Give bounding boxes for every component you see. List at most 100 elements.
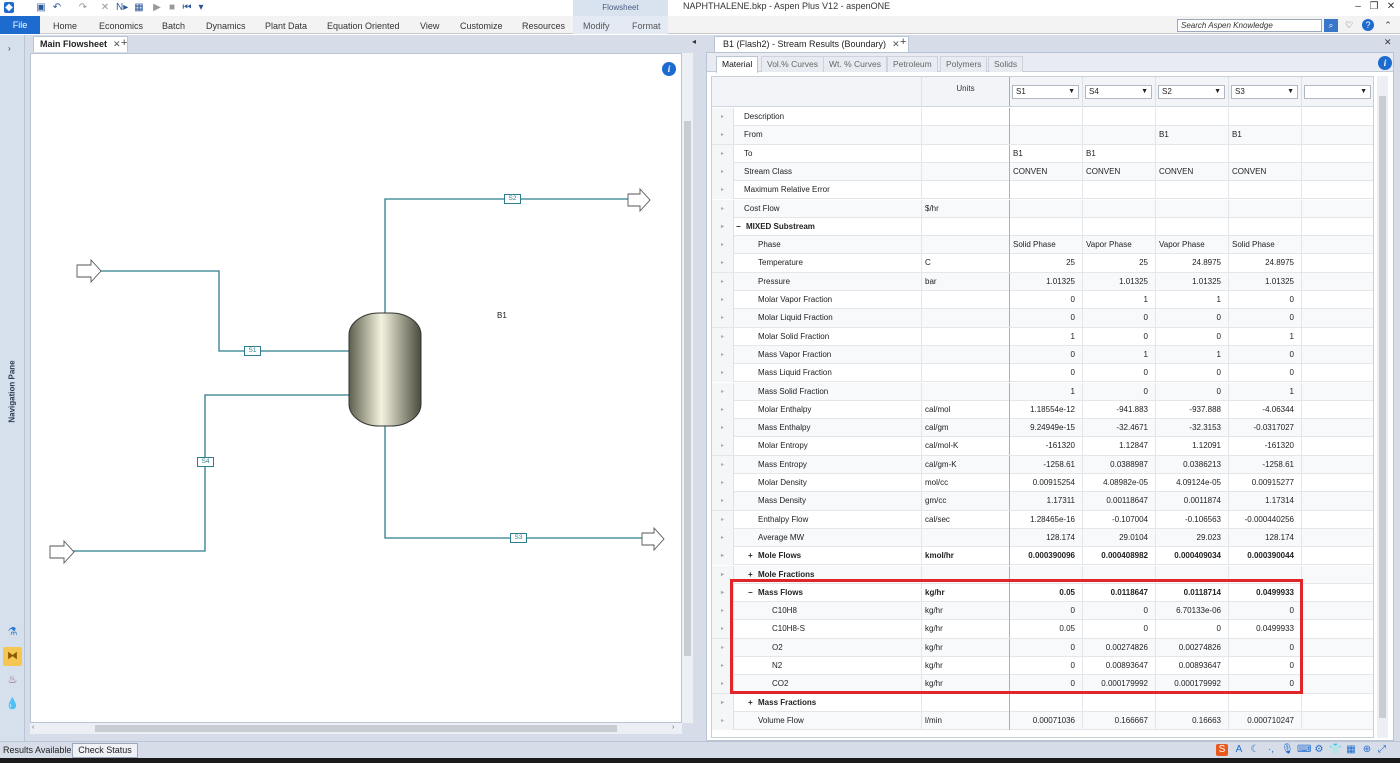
expand-icon[interactable]: + — [748, 566, 758, 584]
stream-label-s4[interactable]: S4 — [197, 457, 214, 467]
value-cell[interactable]: 29.023 — [1156, 528, 1229, 547]
value-cell[interactable]: 24.8975 — [1229, 254, 1302, 273]
value-cell[interactable]: 0 — [1229, 675, 1302, 694]
navigation-pane-label-wrap[interactable]: Navigation Pane — [0, 335, 25, 455]
value-cell[interactable]: 1.12091 — [1156, 437, 1229, 456]
moon-icon[interactable]: ☾ — [1249, 744, 1261, 756]
value-cell[interactable] — [1302, 511, 1373, 529]
table-row[interactable]: ▸ From B1 B1 — [712, 126, 1373, 145]
check-status-button[interactable]: Check Status — [72, 743, 138, 758]
scroll-thumb[interactable] — [684, 121, 691, 656]
value-cell[interactable] — [1229, 565, 1302, 584]
value-cell[interactable] — [1302, 346, 1373, 364]
value-cell[interactable] — [1302, 254, 1373, 272]
table-row[interactable]: ▸ C10H8 kg/hr 0 0 6.70133e-06 0 — [712, 602, 1373, 621]
tab-resources[interactable]: Resources — [522, 16, 565, 34]
tab-main-flowsheet[interactable]: Main Flowsheet ✕ — [33, 36, 128, 52]
value-cell[interactable]: B1 — [1010, 144, 1083, 163]
value-cell[interactable]: -32.4671 — [1083, 419, 1156, 438]
table-row[interactable]: ▸ Maximum Relative Error — [712, 181, 1373, 200]
row-selector-icon[interactable]: ▸ — [712, 437, 734, 456]
close-icon[interactable]: ✕ — [892, 39, 900, 49]
scroll-thumb[interactable] — [95, 725, 617, 732]
value-cell[interactable]: 0.0118647 — [1083, 583, 1156, 602]
row-selector-icon[interactable]: ▸ — [712, 474, 734, 492]
settings-icon[interactable]: ⚙ — [1313, 744, 1325, 756]
flowsheet-drawing[interactable] — [31, 54, 681, 722]
tab-home[interactable]: Home — [53, 16, 77, 34]
stream-selector-s3[interactable]: S3 ▼ — [1231, 85, 1298, 99]
value-cell[interactable]: 0.16663 — [1156, 711, 1229, 730]
value-cell[interactable] — [1302, 657, 1373, 675]
value-cell[interactable]: 29.0104 — [1083, 528, 1156, 547]
value-cell[interactable]: 0 — [1010, 291, 1083, 309]
value-cell[interactable]: Solid Phase — [1010, 236, 1083, 255]
row-selector-icon[interactable]: ▸ — [712, 455, 734, 474]
help-icon[interactable]: ? — [1362, 19, 1374, 31]
value-cell[interactable] — [1302, 328, 1373, 346]
table-row[interactable]: ▸ Phase Solid Phase Vapor Phase Vapor Phase S… — [712, 236, 1373, 255]
value-cell[interactable]: 0 — [1156, 364, 1229, 383]
value-cell[interactable]: 0 — [1229, 364, 1302, 383]
value-cell[interactable] — [1010, 108, 1083, 126]
value-cell[interactable]: 0 — [1156, 382, 1229, 401]
value-cell[interactable]: 0 — [1083, 309, 1156, 328]
value-cell[interactable]: 0 — [1010, 309, 1083, 328]
table-row[interactable]: ▸ Molar Solid Fraction 1 0 0 1 — [712, 327, 1373, 346]
value-cell[interactable]: 0.000710247 — [1229, 711, 1302, 730]
expand-nav-icon[interactable]: › — [8, 44, 11, 53]
table-row[interactable]: ▸ Mass Solid Fraction 1 0 0 1 — [712, 382, 1373, 401]
value-cell[interactable]: B1 — [1156, 126, 1229, 145]
table-row[interactable]: ▸ − MIXED Substream — [712, 217, 1373, 237]
table-row[interactable]: ▸ O2 kg/hr 0 0.00274826 0.00274826 0 — [712, 638, 1373, 657]
language-icon[interactable]: A — [1233, 744, 1245, 756]
collapse-icon[interactable]: − — [748, 584, 758, 602]
table-row[interactable]: ▸ Mass Enthalpy cal/gm 9.24949e-15 -32.4671-… — [712, 419, 1373, 438]
value-cell[interactable] — [1302, 620, 1373, 638]
table-row[interactable]: ▸ Molar Entropy cal/mol-K -161320 1.12847 1.1… — [712, 437, 1373, 456]
value-cell[interactable]: Vapor Phase — [1156, 236, 1229, 255]
row-selector-icon[interactable]: ▸ — [712, 583, 734, 602]
file-tab[interactable]: File — [0, 16, 40, 34]
table-row[interactable]: ▸ To B1 B1 — [712, 144, 1373, 163]
value-cell[interactable] — [1302, 456, 1373, 474]
value-cell[interactable]: 1 — [1010, 327, 1083, 346]
value-cell[interactable]: 0.000390044 — [1229, 547, 1302, 566]
value-cell[interactable] — [1302, 675, 1373, 693]
value-cell[interactable]: 24.8975 — [1156, 254, 1229, 273]
value-cell[interactable]: 1 — [1083, 291, 1156, 309]
value-cell[interactable] — [1156, 565, 1229, 584]
tab-batch[interactable]: Batch — [162, 16, 185, 34]
keyboard-icon[interactable]: ⌨ — [1297, 744, 1311, 756]
row-selector-icon[interactable]: ▸ — [712, 309, 734, 328]
row-selector-icon[interactable]: ▸ — [712, 638, 734, 657]
row-selector-icon[interactable]: ▸ — [712, 492, 734, 511]
value-cell[interactable]: -0.000440256 — [1229, 510, 1302, 529]
value-cell[interactable]: 128.174 — [1229, 528, 1302, 547]
simulation-icon[interactable]: ⧓ — [3, 647, 22, 666]
grid-icon[interactable]: ▦ — [1345, 744, 1357, 756]
value-cell[interactable] — [1302, 639, 1373, 657]
table-row[interactable]: ▸ + Mole Fractions — [712, 565, 1373, 584]
grid-vertical-scrollbar[interactable] — [1377, 76, 1388, 738]
value-cell[interactable] — [1302, 712, 1373, 730]
value-cell[interactable]: 1.01325 — [1083, 272, 1156, 291]
value-cell[interactable]: 0 — [1229, 602, 1302, 621]
stream-s1[interactable] — [76, 258, 354, 354]
microphone-icon[interactable]: 🎙 — [1281, 744, 1294, 756]
pane-close-icon[interactable]: ✕ — [1384, 37, 1392, 48]
value-cell[interactable]: CONVEN — [1010, 162, 1083, 181]
value-cell[interactable]: 0 — [1229, 345, 1302, 364]
value-cell[interactable]: 0.0499933 — [1229, 620, 1302, 639]
table-row[interactable]: ▸ Mass Density gm/cc 1.17311 0.00118647 0.001… — [712, 492, 1373, 511]
value-cell[interactable]: 0.00893647 — [1156, 657, 1229, 675]
value-cell[interactable]: 1 — [1083, 345, 1156, 364]
value-cell[interactable]: CONVEN — [1083, 162, 1156, 181]
value-cell[interactable] — [1083, 199, 1156, 218]
chevron-up-icon[interactable]: ⌃ — [1382, 19, 1394, 31]
close-icon[interactable]: ✕ — [113, 39, 121, 49]
value-cell[interactable]: -937.888 — [1156, 400, 1229, 419]
row-selector-icon[interactable]: ▸ — [712, 199, 734, 218]
value-cell[interactable] — [1302, 694, 1373, 712]
table-row[interactable]: ▸ + Mole Flows kmol/hr 0.000390096 0.00040898… — [712, 547, 1373, 566]
